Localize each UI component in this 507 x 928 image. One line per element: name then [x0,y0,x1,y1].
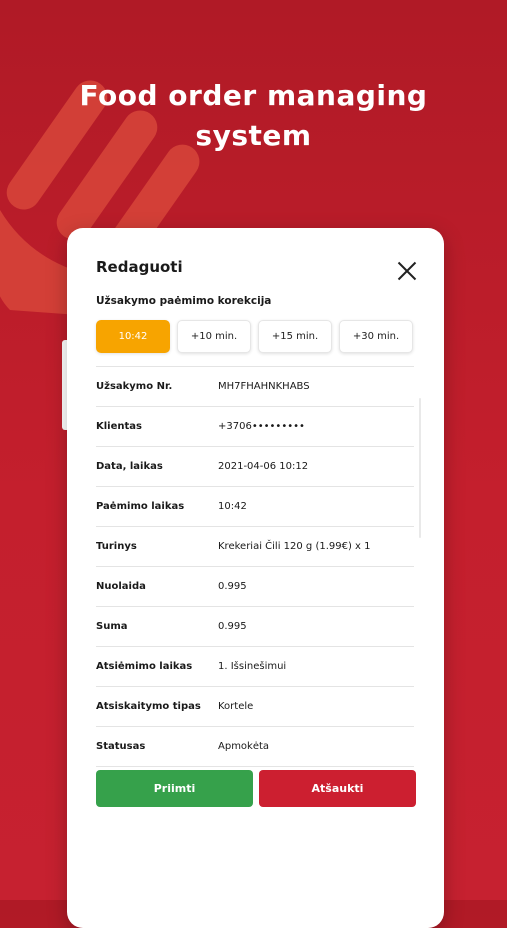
dialog-actions: Priimti Atšaukti [96,770,416,807]
time-chip-plus-15[interactable]: +15 min. [258,320,332,353]
detail-row-order-number: Užsakymo Nr. MH7FHAHNKHABS [96,366,414,406]
detail-row-contents: Turinys Krekeriai Čili 120 g (1.99€) x 1 [96,526,414,566]
detail-label: Atsiskaitymo tipas [96,701,201,712]
detail-row-pickup-time: Paėmimo laikas 10:42 [96,486,414,526]
time-chip-plus-10[interactable]: +10 min. [177,320,251,353]
detail-label: Nuolaida [96,581,146,592]
pickup-correction-label: Užsakymo paėmimo korekcija [96,295,272,307]
detail-label: Suma [96,621,128,632]
detail-value: 1. Išsinešimui [218,661,287,672]
detail-value: +3706••••••••• [218,421,305,432]
detail-row-client: Klientas +3706••••••••• [96,406,414,446]
detail-row-sum: Suma 0.995 [96,606,414,646]
detail-label: Paėmimo laikas [96,501,185,512]
detail-row-status: Statusas Apmokėta [96,726,414,767]
dialog-title: Redaguoti [96,258,183,276]
detail-value: Krekeriai Čili 120 g (1.99€) x 1 [218,541,371,552]
detail-value: 10:42 [218,501,247,512]
hero-title: Food order managing system [79,79,428,152]
cancel-button[interactable]: Atšaukti [259,770,416,807]
detail-label: Turinys [96,541,137,552]
edit-dialog: Redaguoti Užsakymo paėmimo korekcija 10:… [67,228,444,928]
detail-value: 0.995 [218,581,247,592]
detail-row-date-time: Data, laikas 2021-04-06 10:12 [96,446,414,486]
detail-label: Klientas [96,421,142,432]
detail-value: Kortele [218,701,254,712]
detail-label: Data, laikas [96,461,163,472]
detail-label: Atsiėmimo laikas [96,661,193,672]
detail-value: 2021-04-06 10:12 [218,461,309,472]
accept-button[interactable]: Priimti [96,770,253,807]
order-details: Užsakymo Nr. MH7FHAHNKHABS Klientas +370… [96,366,414,767]
scrollbar[interactable] [419,398,421,538]
detail-label: Statusas [96,741,146,752]
time-chip-plus-30[interactable]: +30 min. [339,320,413,353]
detail-row-payment-type: Atsiskaitymo tipas Kortele [96,686,414,726]
detail-value: 0.995 [218,621,247,632]
detail-value: MH7FHAHNKHABS [218,381,310,392]
detail-row-collection: Atsiėmimo laikas 1. Išsinešimui [96,646,414,686]
detail-row-discount: Nuolaida 0.995 [96,566,414,606]
close-icon[interactable] [397,261,417,281]
time-chip-current[interactable]: 10:42 [96,320,170,353]
detail-value: Apmokėta [218,741,270,752]
time-chips: 10:42 +10 min. +15 min. +30 min. [96,320,413,353]
detail-label: Užsakymo Nr. [96,381,173,392]
